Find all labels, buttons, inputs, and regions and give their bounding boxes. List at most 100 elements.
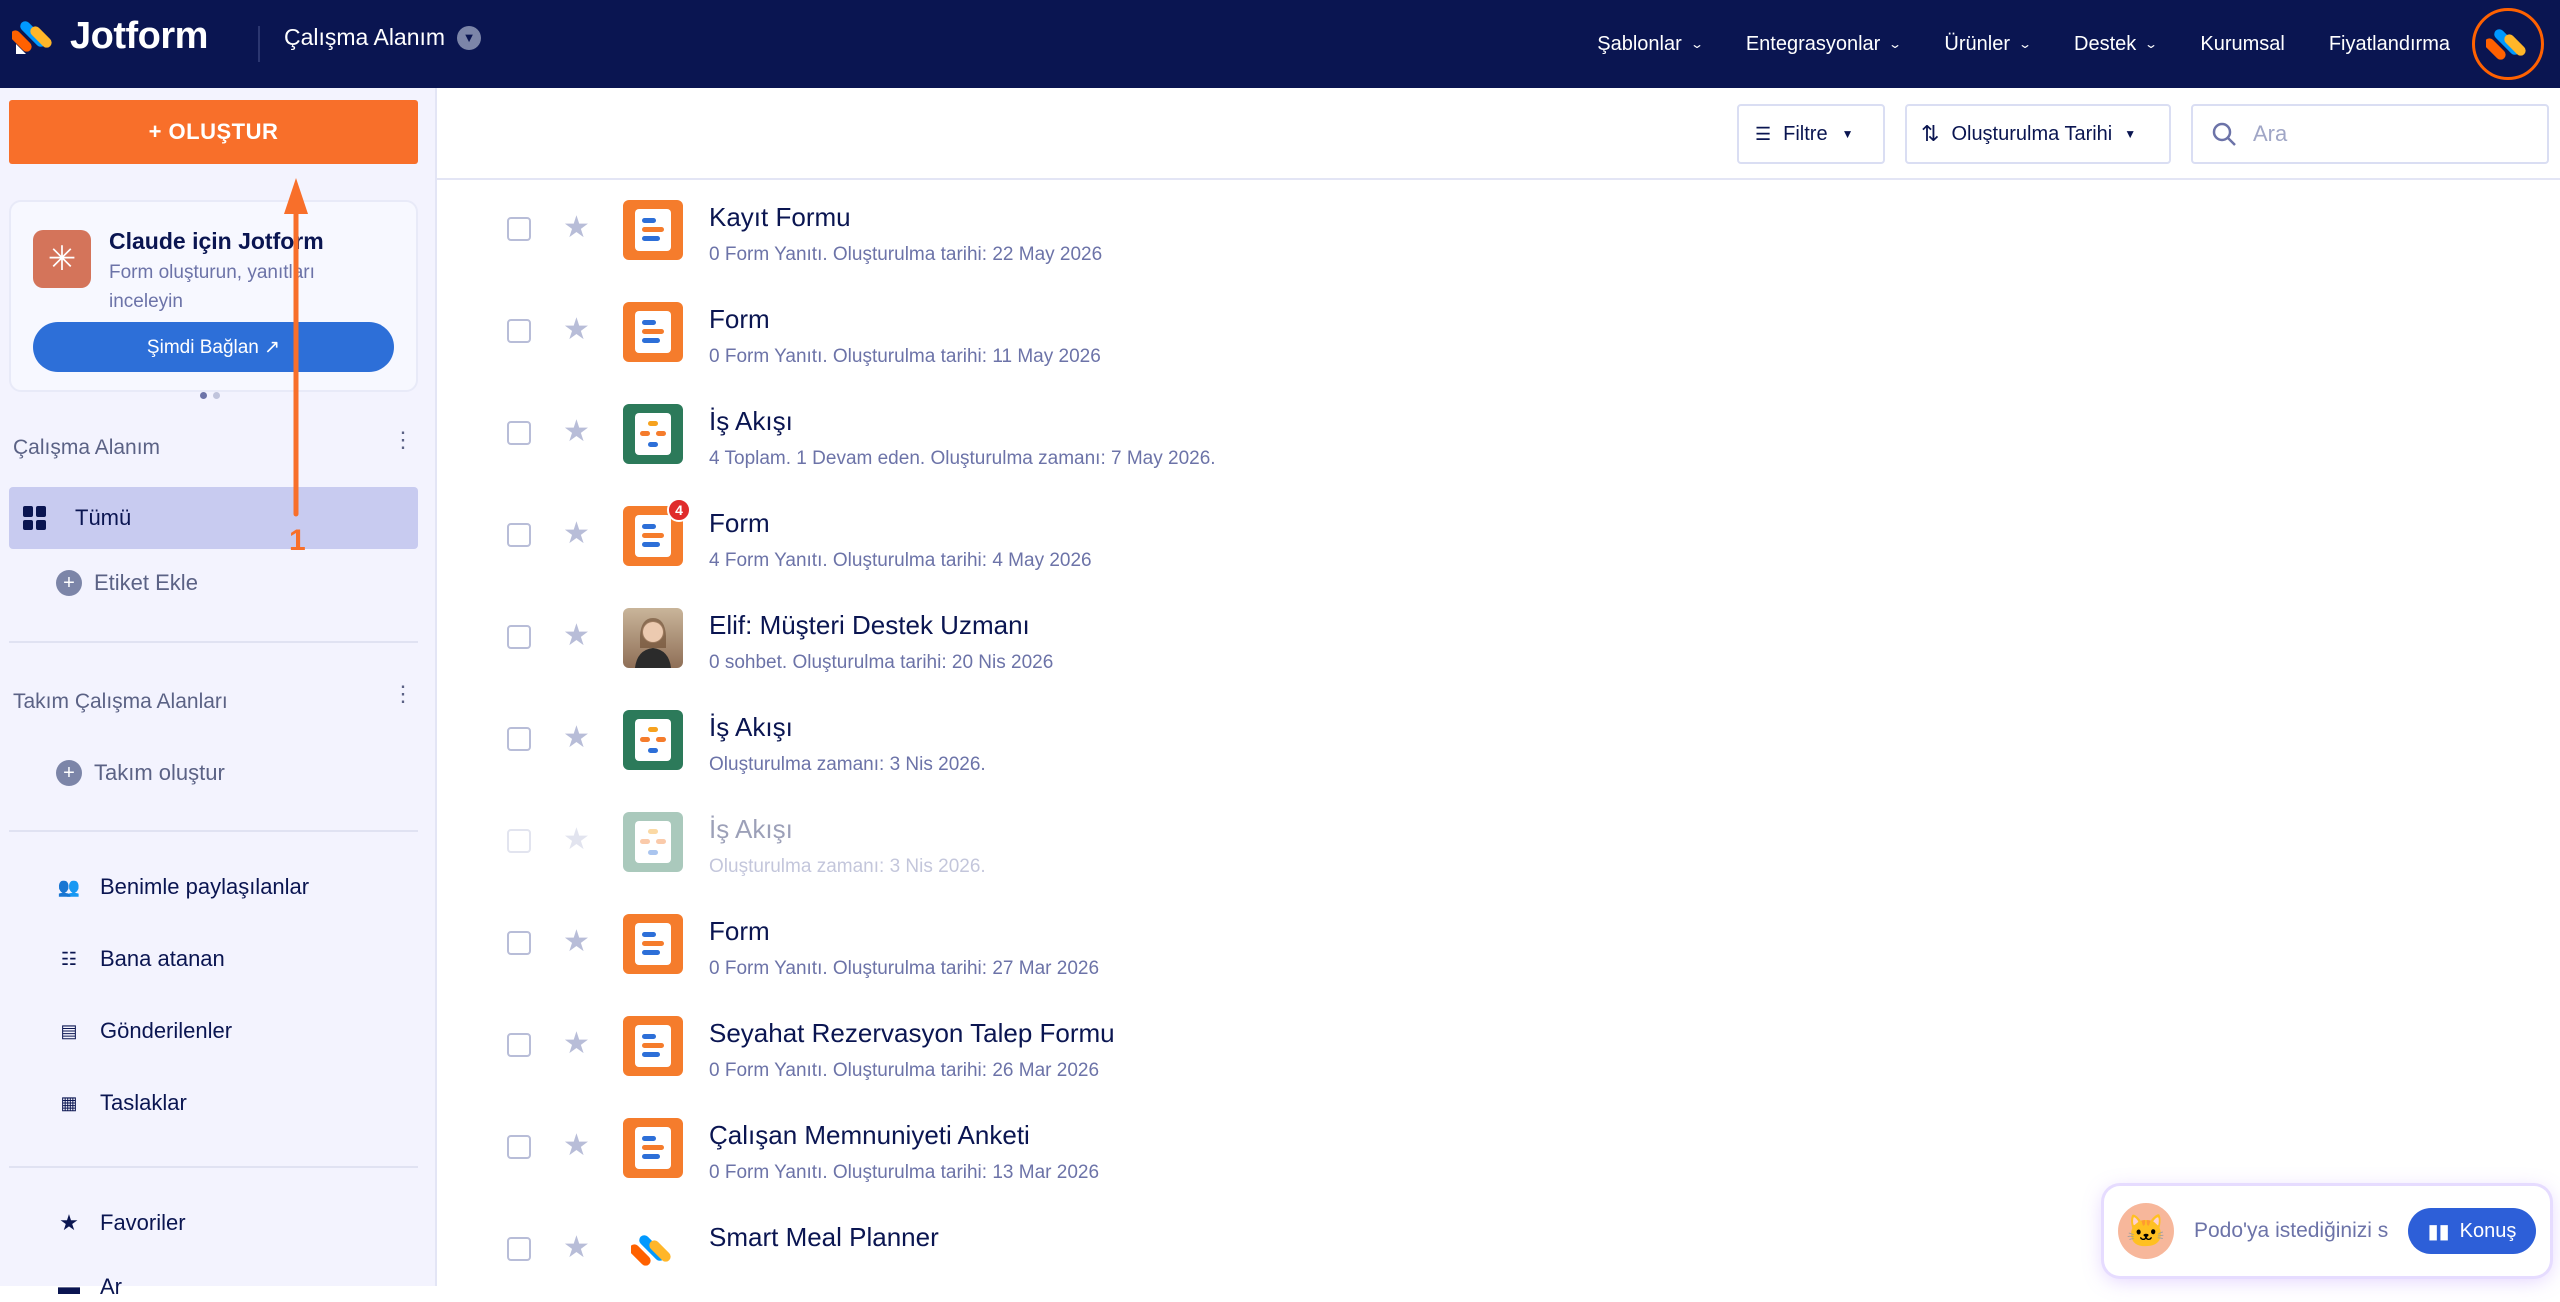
podo-assistant[interactable]: 🐱 Podo'ya istediğinizi s ▮▮ Konuş (2104, 1186, 2550, 1276)
sort-icon: ⇅ (1921, 121, 1940, 146)
sidebar-item-link[interactable]: ☷ Bana atanan (56, 946, 225, 972)
select-checkbox[interactable] (507, 625, 531, 649)
nav-item[interactable]: Ürünler ⌄ (1944, 33, 2032, 56)
star-icon[interactable]: ★ (563, 312, 590, 347)
nav-item[interactable]: Fiyatlandırma (2329, 33, 2450, 56)
add-tag-label: Etiket Ekle (94, 570, 198, 595)
chevron-down-icon: ⌄ (2144, 37, 2159, 51)
header-divider (258, 26, 260, 62)
sidebar-item-link[interactable]: ▤ Gönderilenler (56, 1018, 232, 1044)
workspace-heading: Çalışma Alanım (13, 436, 161, 459)
search-box[interactable] (2191, 104, 2549, 164)
team-more-icon[interactable]: ⋮ (392, 683, 414, 705)
nav-item-label: Şablonlar (1597, 32, 1682, 55)
select-checkbox[interactable] (507, 217, 531, 241)
star-icon[interactable]: ★ (563, 1230, 590, 1265)
list-item[interactable]: ★ Form 0 Form Yanıtı. Oluşturulma tarihi: … (437, 282, 2560, 384)
item-title[interactable]: Kayıt Formu (709, 202, 851, 233)
sort-button[interactable]: ⇅ Oluşturulma Tarihi ▼ (1905, 104, 2171, 164)
claude-promo-card: ✳ Claude için Jotform Form oluşturun, ya… (9, 200, 418, 392)
sidebar-item-label: Tümü (75, 505, 132, 530)
item-title[interactable]: Seyahat Rezervasyon Talep Formu (709, 1018, 1115, 1049)
select-checkbox[interactable] (507, 727, 531, 751)
select-checkbox[interactable] (507, 829, 531, 853)
list-item[interactable]: ★ İş Akışı Oluşturulma zamanı: 3 Nis 2026. (437, 690, 2560, 792)
item-subtitle: 0 Form Yanıtı. Oluşturulma tarihi: 13 Ma… (709, 1162, 1100, 1183)
claude-sparkle-icon: ✳ (33, 230, 91, 288)
star-icon[interactable]: ★ (563, 618, 590, 653)
talk-button[interactable]: ▮▮ Konuş (2408, 1208, 2536, 1254)
filter-button[interactable]: ☰ Filtre ▼ (1737, 104, 1885, 164)
user-avatar[interactable] (2472, 8, 2544, 80)
star-icon[interactable]: ★ (563, 414, 590, 449)
star-icon[interactable]: ★ (563, 516, 590, 551)
list-item[interactable]: ★ Seyahat Rezervasyon Talep Formu 0 Form Y… (437, 996, 2560, 1098)
sidebar-item-favorites[interactable]: ★ Favoriler (56, 1210, 185, 1236)
form-icon (623, 914, 683, 974)
star-icon[interactable]: ★ (563, 1128, 590, 1163)
sidebar-item-all[interactable]: Tümü (9, 487, 418, 549)
star-icon[interactable]: ★ (563, 924, 590, 959)
jotform-logo[interactable]: Jotform (12, 14, 208, 58)
item-title[interactable]: Elif: Müşteri Destek Uzmanı (709, 610, 1030, 641)
item-title[interactable]: Form (709, 916, 770, 947)
nav-item[interactable]: Kurumsal (2200, 33, 2284, 56)
create-team-button[interactable]: + Takım oluştur (56, 760, 225, 786)
item-title[interactable]: Form (709, 508, 770, 539)
item-title[interactable]: İş Akışı (709, 814, 793, 845)
list-item[interactable]: ★ Çalışan Memnuniyeti Anketi 0 Form Yanıtı… (437, 1098, 2560, 1200)
list-item[interactable]: ★ Kayıt Formu 0 Form Yanıtı. Oluşturulma t… (437, 180, 2560, 282)
sidebar-item-link[interactable]: 👥 Benimle paylaşılanlar (56, 874, 309, 900)
list-item[interactable]: ★ İş Akışı Oluşturulma zamanı: 3 Nis 2026. (437, 792, 2560, 894)
archive-icon: ▬ (58, 1274, 80, 1299)
item-subtitle: Oluşturulma zamanı: 3 Nis 2026. (709, 754, 986, 775)
select-checkbox[interactable] (507, 319, 531, 343)
item-subtitle: 0 Form Yanıtı. Oluşturulma tarihi: 27 Ma… (709, 958, 1100, 979)
sidebar-item-label: Benimle paylaşılanlar (100, 874, 310, 899)
star-icon[interactable]: ★ (563, 822, 590, 857)
jotform-app-icon (2486, 29, 2526, 60)
select-checkbox[interactable] (507, 1033, 531, 1057)
add-tag-button[interactable]: + Etiket Ekle (56, 570, 198, 596)
sidebar-item-label: Gönderilenler (100, 1018, 233, 1043)
nav-item[interactable]: Entegrasyonlar ⌄ (1746, 33, 1903, 56)
workspace-switcher[interactable]: Çalışma Alanım ▼ (284, 24, 482, 51)
users-icon: 👥 (57, 876, 81, 897)
podo-prompt[interactable]: Podo'ya istediğinizi s (2194, 1219, 2404, 1243)
workspace-more-icon[interactable]: ⋮ (392, 429, 414, 451)
sidebar-item-archive[interactable]: ▬ Ar (56, 1274, 122, 1300)
item-subtitle: 4 Form Yanıtı. Oluşturulma tarihi: 4 May… (709, 550, 1092, 571)
search-input[interactable] (2253, 121, 2503, 147)
carousel-dots[interactable] (200, 392, 220, 399)
select-checkbox[interactable] (507, 1135, 531, 1159)
item-title[interactable]: Form (709, 304, 770, 335)
sidebar-item-label: Taslaklar (100, 1090, 187, 1115)
sidebar-divider (9, 641, 418, 643)
list-item[interactable]: ★ Form 0 Form Yanıtı. Oluşturulma tarihi: … (437, 894, 2560, 996)
item-subtitle: 4 Toplam. 1 Devam eden. Oluşturulma zama… (709, 448, 1216, 469)
select-checkbox[interactable] (507, 931, 531, 955)
item-title[interactable]: Smart Meal Planner (709, 1222, 939, 1253)
workflow-icon (623, 404, 683, 464)
create-button[interactable]: + OLUŞTUR (9, 100, 418, 164)
draft-icon: ▦ (60, 1092, 78, 1113)
connect-now-button[interactable]: Şimdi Bağlan ↗ (33, 322, 394, 372)
list-item[interactable]: ★ 4 Form 4 Form Yanıtı. Oluşturulma tarihi:… (437, 486, 2560, 588)
select-checkbox[interactable] (507, 523, 531, 547)
item-title[interactable]: Çalışan Memnuniyeti Anketi (709, 1120, 1030, 1151)
item-title[interactable]: İş Akışı (709, 712, 793, 743)
select-checkbox[interactable] (507, 1237, 531, 1261)
list-item[interactable]: ★ Elif: Müşteri Destek Uzmanı 0 sohbet. Ol… (437, 588, 2560, 690)
workspace-name: Çalışma Alanım (284, 24, 446, 50)
list-item[interactable]: ★ İş Akışı 4 Toplam. 1 Devam eden. Oluştur… (437, 384, 2560, 486)
item-subtitle: 0 Form Yanıtı. Oluşturulma tarihi: 22 Ma… (709, 244, 1103, 265)
star-icon[interactable]: ★ (563, 210, 590, 245)
star-icon[interactable]: ★ (563, 1026, 590, 1061)
nav-item[interactable]: Şablonlar ⌄ (1597, 32, 1704, 56)
sidebar-item-link[interactable]: ▦ Taslaklar (56, 1090, 187, 1116)
nav-item[interactable]: Destek ⌄ (2074, 32, 2159, 56)
star-icon[interactable]: ★ (563, 720, 590, 755)
item-title[interactable]: İş Akışı (709, 406, 793, 437)
nav-item-label: Destek (2074, 32, 2137, 55)
select-checkbox[interactable] (507, 421, 531, 445)
